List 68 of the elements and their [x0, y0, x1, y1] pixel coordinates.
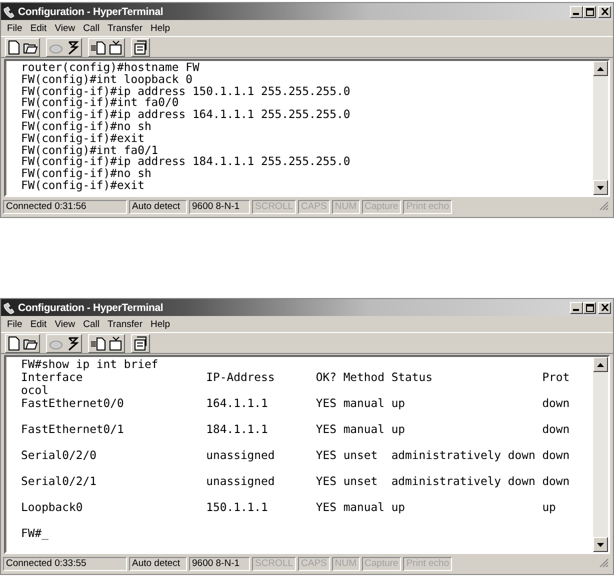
resize-grip-icon[interactable]: [599, 201, 609, 211]
menu-item[interactable]: View: [50, 22, 80, 34]
close-button[interactable]: [598, 6, 611, 18]
up-arrow-icon: [597, 66, 604, 70]
terminal-line: router(config)#hostname FW: [21, 62, 200, 74]
menu-item[interactable]: Transfer: [103, 318, 147, 330]
up-arrow-icon: [597, 362, 604, 366]
status-panel: 9600 8-N-1: [189, 557, 250, 571]
terminal-line: FastEthernet0/1 184.1.1.1 YES manual up down: [21, 423, 570, 438]
send-file-icon[interactable]: [90, 336, 106, 350]
close-icon: [600, 304, 608, 311]
terminal-line: FastEthernet0/0 164.1.1.1 YES manual up down: [21, 397, 570, 412]
down-arrow-icon: [597, 542, 604, 546]
terminal-line: FW#show ip int brief: [21, 358, 158, 371]
status-panel: Auto detect: [129, 557, 187, 571]
window-title: Configuration - HyperTerminal: [18, 6, 164, 18]
menu-item[interactable]: Transfer: [103, 22, 147, 34]
terminal-line: FW(config-if)#exit: [21, 180, 144, 192]
scroll-down-button[interactable]: [593, 537, 608, 552]
menu-item[interactable]: Call: [79, 22, 104, 34]
terminal-line: Serial0/2/1 unassigned YES unset administratively down down: [21, 475, 570, 490]
window-title: Configuration - HyperTerminal: [18, 302, 164, 314]
terminal-line: ocol: [21, 384, 48, 397]
receive-file-icon[interactable]: [108, 40, 123, 54]
terminal-line: FW(config-if)#no sh: [21, 120, 152, 133]
new-file-icon[interactable]: [7, 336, 21, 350]
terminal-line: FW(config)#int loopback 0: [21, 74, 192, 86]
status-panel: 9600 8-N-1: [189, 200, 250, 214]
resize-grip-icon[interactable]: [599, 558, 609, 568]
menu-item[interactable]: Help: [146, 318, 174, 330]
terminal-line: FW(config)#int fa0/1: [21, 144, 158, 156]
send-file-icon[interactable]: [90, 40, 106, 54]
menu-item[interactable]: File: [3, 22, 26, 34]
terminal-line: Loopback0 150.1.1.1 YES manual up up: [21, 501, 556, 516]
terminal-line: FW(config-if)#ip address 164.1.1.1 255.255.255.0: [21, 109, 350, 121]
properties-icon[interactable]: [133, 40, 148, 54]
terminal-line: FW(config-if)#int fa0/0: [21, 97, 179, 110]
menu-item[interactable]: Call: [79, 318, 104, 330]
terminal-line: FW(config-if)#exit: [21, 132, 144, 145]
maximize-button[interactable]: [583, 6, 596, 18]
terminal-line: Serial0/2/0 unassigned YES unset administratively down down: [21, 449, 570, 464]
close-button[interactable]: [598, 302, 611, 314]
terminal-line: FW(config-if)#no sh: [21, 168, 152, 180]
menu-item[interactable]: Help: [146, 22, 174, 34]
terminal-line: FW(config-if)#ip address 184.1.1.1 255.255.255.0: [21, 156, 350, 168]
maximize-icon: [586, 304, 594, 312]
close-icon: [600, 8, 608, 15]
scroll-down-button[interactable]: [593, 180, 608, 195]
status-panel: Connected 0:31:56: [3, 200, 127, 214]
receive-file-icon[interactable]: [108, 336, 123, 350]
menu-item[interactable]: Edit: [26, 318, 51, 330]
status-panel: Auto detect: [129, 200, 187, 214]
menu-item[interactable]: Edit: [26, 22, 51, 34]
scroll-up-button[interactable]: [593, 61, 608, 76]
minimize-button[interactable]: [570, 6, 583, 18]
menu-item[interactable]: View: [50, 318, 80, 330]
minimize-button[interactable]: [570, 302, 583, 314]
terminal-line: FW(config-if)#ip address 150.1.1.1 255.255.255.0: [21, 86, 350, 98]
scroll-up-button[interactable]: [593, 357, 608, 372]
maximize-icon: [586, 8, 594, 16]
down-arrow-icon: [597, 186, 604, 190]
terminal-line: FW#_: [21, 527, 48, 540]
terminal-line: Interface IP-Address OK? Method Status Prot: [21, 371, 570, 384]
maximize-button[interactable]: [583, 302, 596, 314]
properties-icon[interactable]: [133, 336, 148, 350]
status-panel: Connected 0:33:55: [3, 557, 127, 571]
menu-item[interactable]: File: [3, 318, 26, 330]
new-file-icon[interactable]: [7, 40, 21, 54]
